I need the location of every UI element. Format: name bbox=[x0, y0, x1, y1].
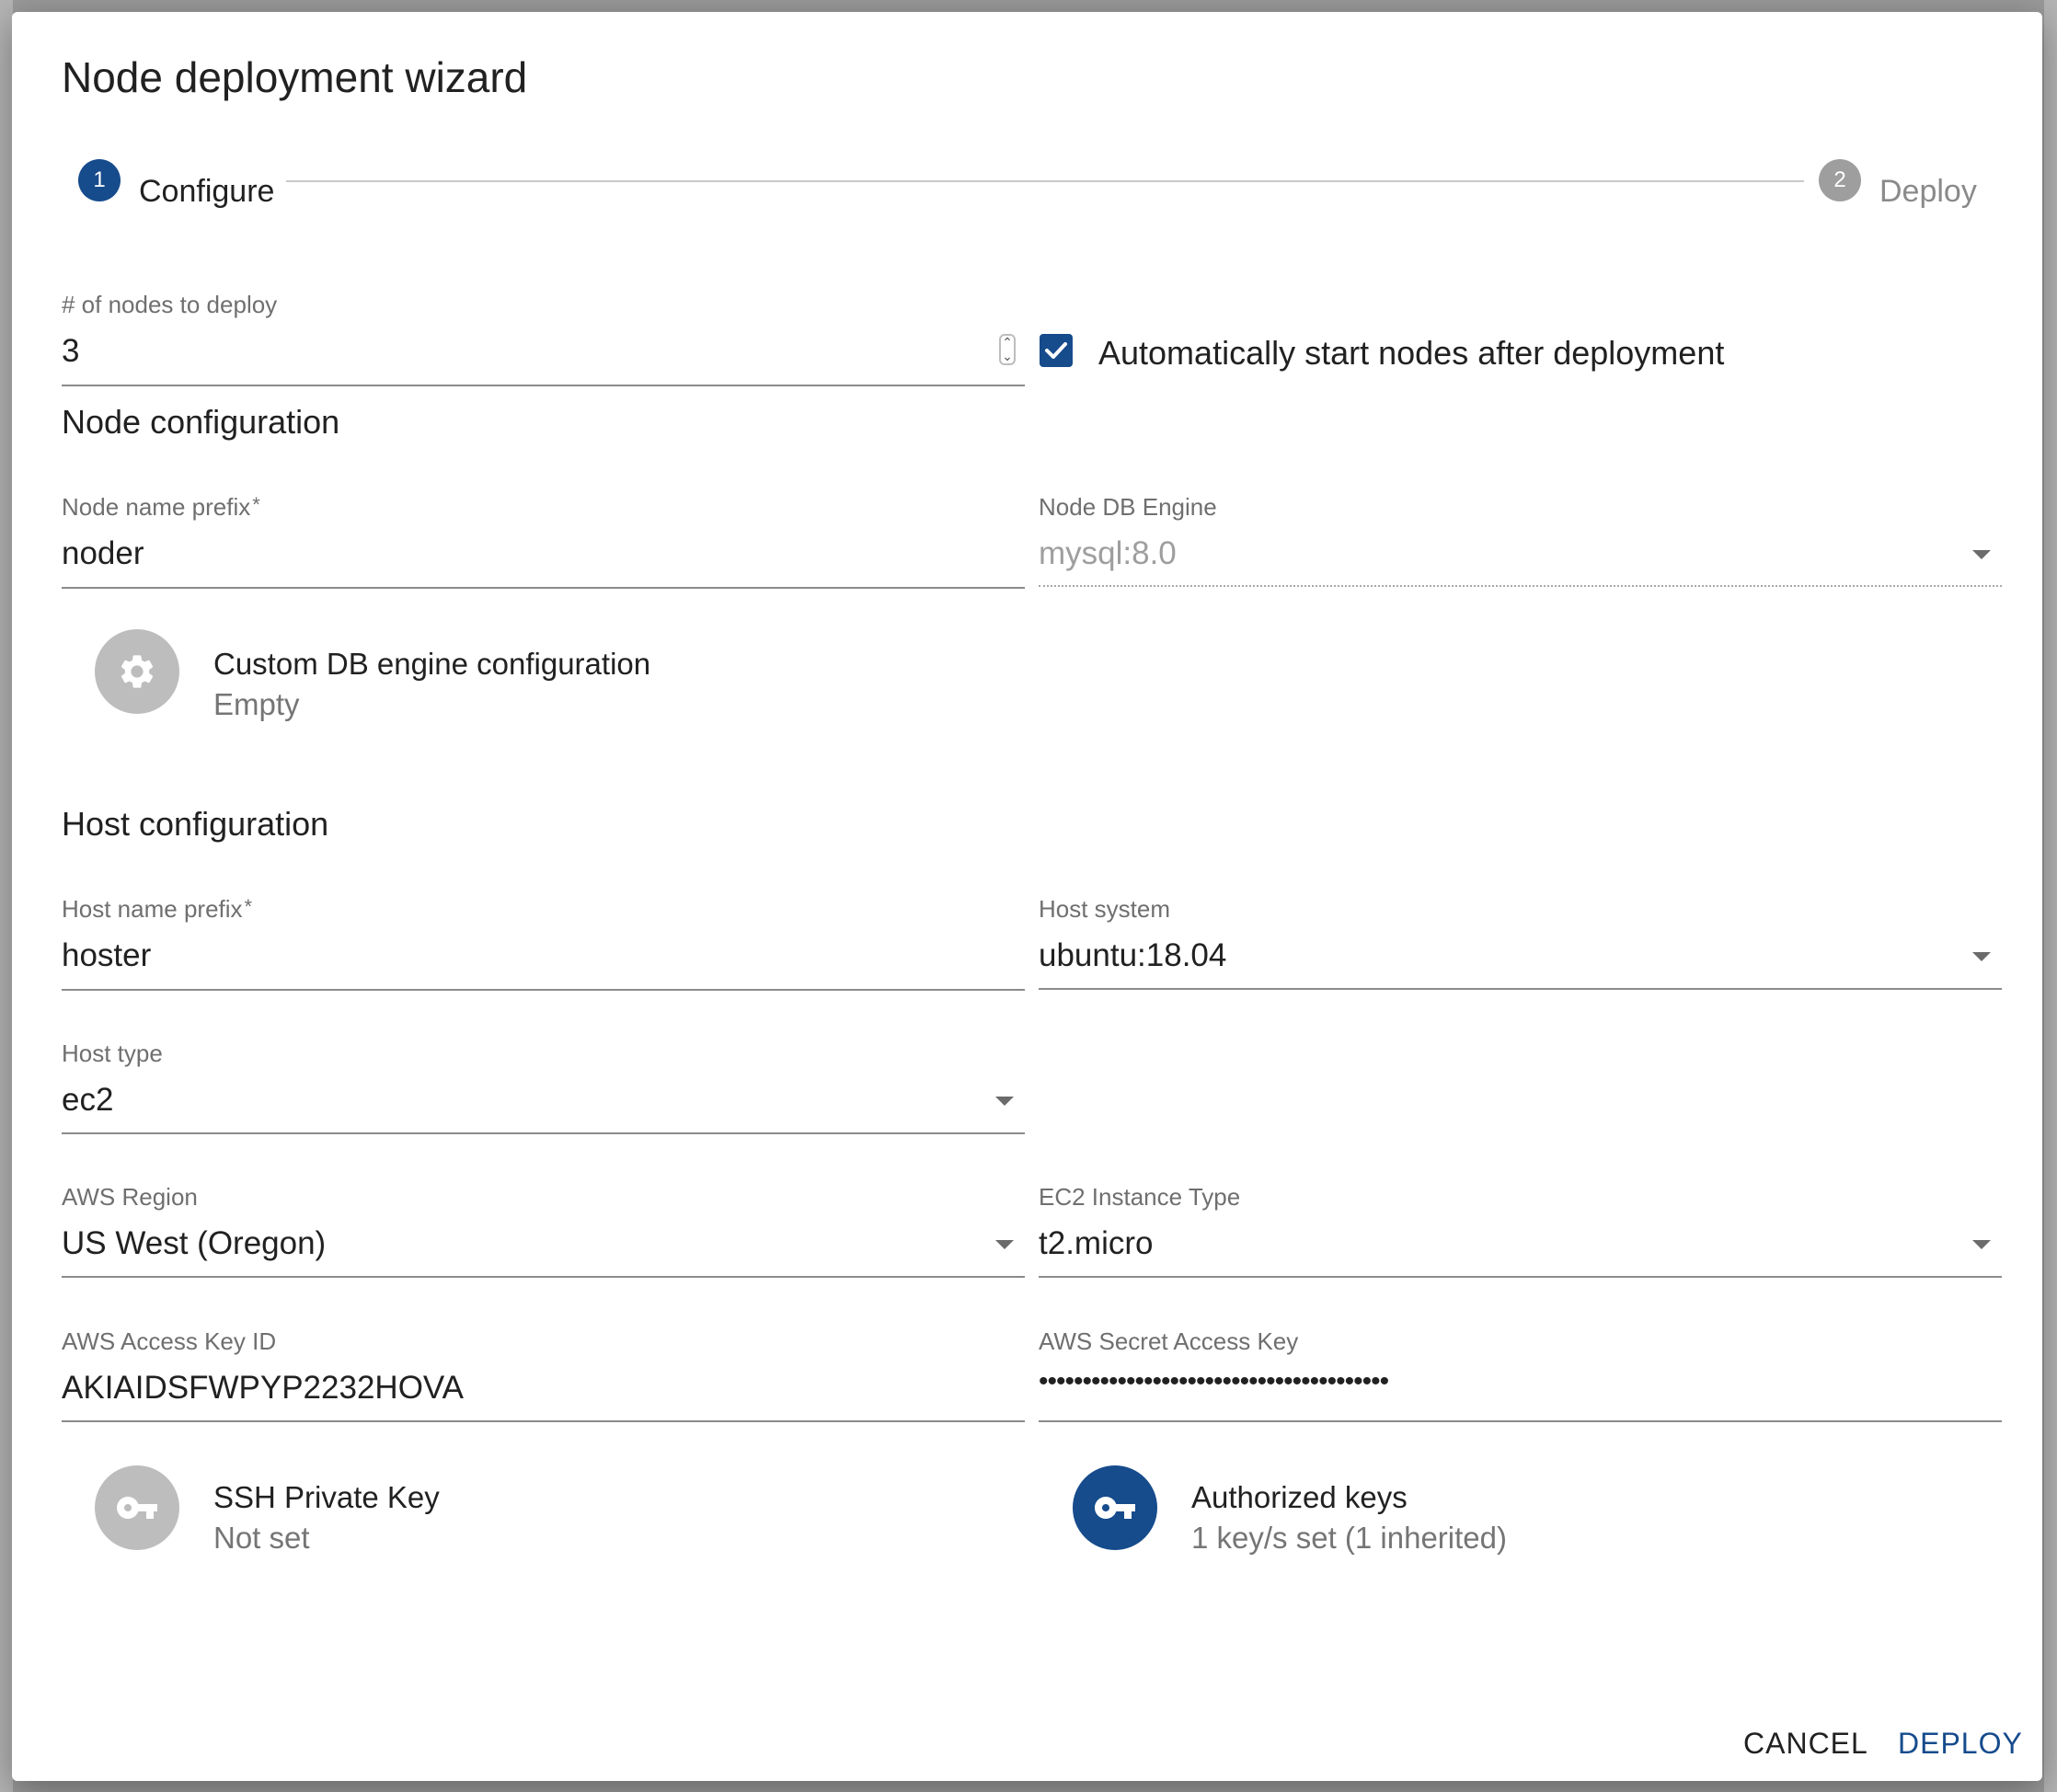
stepper-connector bbox=[286, 180, 1804, 182]
host-name-prefix-input[interactable]: hoster bbox=[62, 937, 151, 974]
chevron-down-icon bbox=[1972, 550, 1991, 559]
node-db-engine-select: Node DB Engine mysql:8.0 bbox=[1039, 493, 2002, 591]
auto-start-checkbox[interactable] bbox=[1040, 334, 1073, 367]
authorized-keys-title: Authorized keys bbox=[1191, 1480, 1408, 1514]
host-type-label: Host type bbox=[62, 1040, 163, 1067]
gear-icon bbox=[121, 655, 154, 688]
deploy-button[interactable]: DEPLOY bbox=[1898, 1727, 2023, 1761]
custom-db-title: Custom DB engine configuration bbox=[213, 647, 651, 681]
node-deployment-dialog: Node deployment wizard 1 Configure 2 Dep… bbox=[12, 12, 2042, 1781]
aws-secret-key-label: AWS Secret Access Key bbox=[1039, 1327, 1299, 1355]
aws-region-label: AWS Region bbox=[62, 1183, 198, 1211]
auto-start-label[interactable]: Automatically start nodes after deployme… bbox=[1098, 334, 1724, 373]
node-db-engine-value: mysql:8.0 bbox=[1039, 535, 1177, 571]
aws-access-key-underline bbox=[62, 1420, 1025, 1422]
host-type-value[interactable]: ec2 bbox=[62, 1082, 113, 1119]
node-name-prefix-underline bbox=[62, 587, 1025, 589]
host-config-heading: Host configuration bbox=[62, 805, 329, 843]
aws-access-key-input[interactable]: AKIAIDSFWPYP2232HOVA bbox=[62, 1370, 464, 1407]
host-system-select[interactable]: Host system ubuntu:18.04 bbox=[1039, 895, 2002, 993]
aws-secret-key-underline bbox=[1039, 1420, 2002, 1422]
host-system-label: Host system bbox=[1039, 895, 1171, 923]
aws-access-key-field[interactable]: AWS Access Key ID AKIAIDSFWPYP2232HOVA bbox=[62, 1327, 1025, 1425]
ssh-key-status: Not set bbox=[213, 1521, 310, 1555]
aws-secret-key-field[interactable]: AWS Secret Access Key ••••••••••••••••••… bbox=[1039, 1327, 2002, 1425]
nodes-count-input[interactable]: 3 bbox=[62, 333, 79, 370]
chevron-down-icon[interactable] bbox=[1972, 1240, 1991, 1249]
nodes-count-label: # of nodes to deploy bbox=[62, 291, 278, 318]
authorized-keys-status: 1 key/s set (1 inherited) bbox=[1191, 1521, 1507, 1555]
ec2-instance-type-label: EC2 Instance Type bbox=[1039, 1183, 1241, 1211]
node-config-heading: Node configuration bbox=[62, 403, 340, 441]
aws-region-underline bbox=[62, 1276, 1025, 1278]
aws-region-value[interactable]: US West (Oregon) bbox=[62, 1225, 326, 1262]
chevron-down-icon[interactable] bbox=[1972, 952, 1991, 961]
custom-db-avatar bbox=[95, 629, 179, 714]
host-system-underline bbox=[1039, 988, 2002, 990]
background-page-right bbox=[2044, 0, 2057, 1792]
dialog-title: Node deployment wizard bbox=[62, 53, 528, 101]
node-db-engine-label: Node DB Engine bbox=[1039, 493, 1217, 521]
host-name-prefix-underline bbox=[62, 989, 1025, 991]
aws-access-key-label: AWS Access Key ID bbox=[62, 1327, 277, 1355]
aws-region-select[interactable]: AWS Region US West (Oregon) bbox=[62, 1183, 1025, 1281]
ec2-instance-type-value[interactable]: t2.micro bbox=[1039, 1225, 1153, 1262]
nodes-count-field[interactable]: # of nodes to deploy 3 ⌃ ⌄ bbox=[62, 291, 1025, 388]
host-name-prefix-label: Host name prefix* bbox=[62, 895, 253, 923]
step-2-indicator: 2 bbox=[1819, 159, 1861, 201]
number-spinner-icon[interactable]: ⌃ ⌄ bbox=[999, 334, 1016, 365]
background-page-left bbox=[0, 0, 13, 1792]
checkmark-icon bbox=[1045, 342, 1067, 359]
aws-secret-key-input[interactable]: •••••••••••••••••••••••••••••••••••••••• bbox=[1039, 1366, 1389, 1397]
authorized-keys-avatar bbox=[1073, 1465, 1157, 1550]
node-name-prefix-field[interactable]: Node name prefix* noder bbox=[62, 493, 1025, 591]
chevron-down-icon[interactable] bbox=[995, 1097, 1014, 1106]
node-name-prefix-input[interactable]: noder bbox=[62, 535, 144, 572]
step-2-label: Deploy bbox=[1879, 174, 1977, 209]
chevron-down-icon[interactable] bbox=[995, 1240, 1014, 1249]
step-1-indicator: 1 bbox=[78, 159, 121, 201]
key-icon bbox=[117, 1497, 157, 1519]
host-type-underline bbox=[62, 1132, 1025, 1134]
ec2-instance-type-underline bbox=[1039, 1276, 2002, 1278]
host-name-prefix-field[interactable]: Host name prefix* hoster bbox=[62, 895, 1025, 993]
step-1-label: Configure bbox=[139, 174, 275, 209]
host-system-value[interactable]: ubuntu:18.04 bbox=[1039, 937, 1226, 974]
ssh-key-avatar bbox=[95, 1465, 179, 1550]
node-name-prefix-label: Node name prefix* bbox=[62, 493, 260, 521]
ec2-instance-type-select[interactable]: EC2 Instance Type t2.micro bbox=[1039, 1183, 2002, 1281]
node-db-engine-underline bbox=[1039, 585, 2002, 587]
ssh-key-title: SSH Private Key bbox=[213, 1480, 440, 1514]
custom-db-status: Empty bbox=[213, 687, 300, 721]
host-type-select[interactable]: Host type ec2 bbox=[62, 1040, 1025, 1137]
cancel-button[interactable]: CANCEL bbox=[1743, 1727, 1868, 1761]
key-icon bbox=[1095, 1497, 1135, 1519]
nodes-count-underline bbox=[62, 385, 1025, 386]
